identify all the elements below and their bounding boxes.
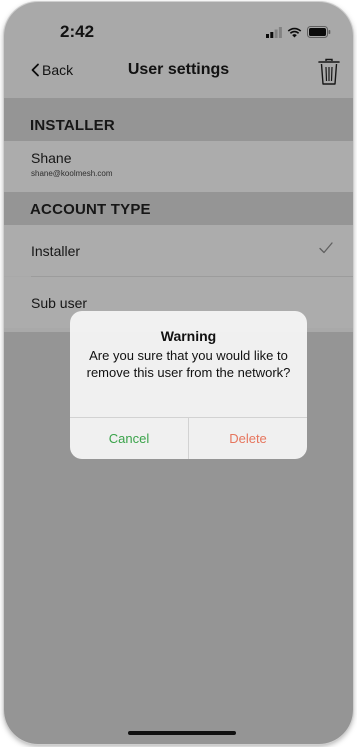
warning-dialog: Warning Are you sure that you would like…	[70, 311, 307, 459]
home-indicator	[128, 731, 236, 735]
cancel-button[interactable]: Cancel	[70, 418, 188, 459]
delete-button[interactable]: Delete	[189, 418, 307, 459]
dialog-message: Are you sure that you would like to remo…	[86, 348, 291, 380]
phone-frame: 2:42 Back User settings INSTALLER Shane …	[4, 2, 353, 744]
dialog-title: Warning	[160, 328, 217, 344]
